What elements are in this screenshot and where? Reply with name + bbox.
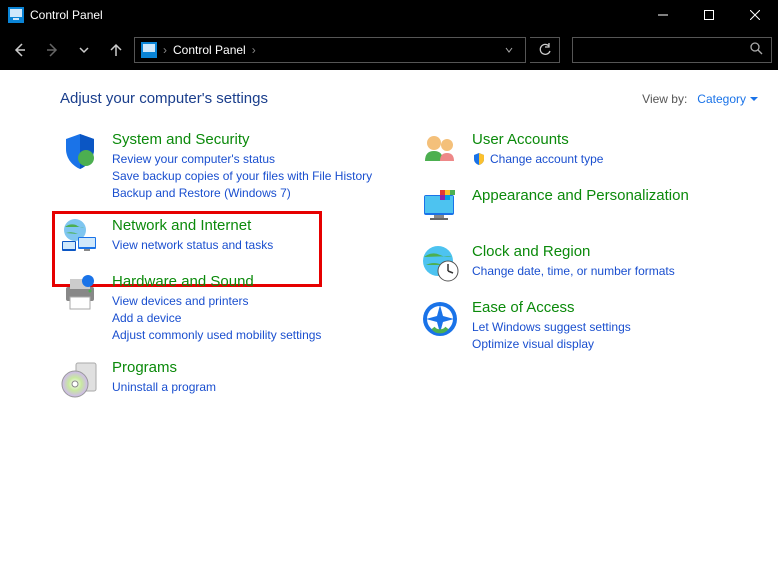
chevron-down-icon	[505, 46, 513, 54]
globe-network-icon	[60, 217, 100, 257]
close-icon	[750, 10, 760, 20]
page-heading: Adjust your computer's settings	[60, 90, 268, 107]
chevron-down-icon	[750, 95, 758, 103]
category-sublink[interactable]: Save backup copies of your files with Fi…	[112, 168, 372, 184]
category-sublink[interactable]: Change account type	[472, 151, 603, 167]
right-column: User Accounts Change account type	[420, 131, 720, 415]
category-hardware-sound: Hardware and Sound View devices and prin…	[60, 273, 380, 343]
refresh-button[interactable]	[530, 37, 560, 63]
minimize-button[interactable]	[640, 0, 686, 30]
category-programs: Programs Uninstall a program	[60, 359, 380, 399]
ease-of-access-icon	[420, 299, 460, 339]
printer-icon	[60, 273, 100, 313]
maximize-button[interactable]	[686, 0, 732, 30]
category-sublink[interactable]: Review your computer's status	[112, 151, 372, 167]
search-icon	[750, 42, 771, 58]
left-column: System and Security Review your computer…	[60, 131, 380, 415]
category-sublink[interactable]: Change date, time, or number formats	[472, 263, 675, 279]
uac-shield-icon	[472, 152, 486, 166]
category-title[interactable]: Hardware and Sound	[112, 273, 321, 290]
monitor-palette-icon	[420, 187, 460, 227]
control-panel-icon	[8, 7, 24, 23]
category-system-security: System and Security Review your computer…	[60, 131, 380, 201]
forward-button[interactable]	[38, 36, 66, 64]
content-area: Adjust your computer's settings View by:…	[0, 70, 778, 435]
sublink-label: Change account type	[490, 151, 603, 167]
category-sublink[interactable]: View devices and printers	[112, 293, 321, 309]
view-by-dropdown[interactable]: Category	[697, 92, 758, 106]
category-title[interactable]: Clock and Region	[472, 243, 675, 260]
breadcrumb-root[interactable]: Control Panel	[173, 43, 246, 57]
close-button[interactable]	[732, 0, 778, 30]
control-panel-mini-icon	[141, 42, 157, 58]
category-title[interactable]: Programs	[112, 359, 216, 376]
category-sublink[interactable]: Optimize visual display	[472, 336, 631, 352]
shield-icon	[60, 131, 100, 171]
category-sublink[interactable]: Backup and Restore (Windows 7)	[112, 185, 372, 201]
category-network-internet: Network and Internet View network status…	[60, 217, 380, 257]
navbar: › Control Panel ›	[0, 30, 778, 70]
category-sublink[interactable]: Let Windows suggest settings	[472, 319, 631, 335]
category-clock-region: Clock and Region Change date, time, or n…	[420, 243, 720, 283]
view-by-value: Category	[697, 92, 746, 106]
titlebar: Control Panel	[0, 0, 778, 30]
view-by-control: View by: Category	[642, 92, 758, 106]
category-user-accounts: User Accounts Change account type	[420, 131, 720, 171]
arrow-right-icon	[44, 42, 60, 58]
category-appearance-personalization: Appearance and Personalization	[420, 187, 720, 227]
arrow-up-icon	[108, 42, 124, 58]
clock-globe-icon	[420, 243, 460, 283]
category-sublink[interactable]: Add a device	[112, 310, 321, 326]
disc-box-icon	[60, 359, 100, 399]
category-title[interactable]: System and Security	[112, 131, 372, 148]
category-title[interactable]: Network and Internet	[112, 217, 273, 234]
people-icon	[420, 131, 460, 171]
category-title[interactable]: User Accounts	[472, 131, 603, 148]
recent-locations-button[interactable]	[70, 36, 98, 64]
up-button[interactable]	[102, 36, 130, 64]
category-title[interactable]: Appearance and Personalization	[472, 187, 689, 204]
chevron-down-icon	[79, 45, 89, 55]
arrow-left-icon	[12, 42, 28, 58]
category-title[interactable]: Ease of Access	[472, 299, 631, 316]
category-sublink[interactable]: Adjust commonly used mobility settings	[112, 327, 321, 343]
search-input[interactable]	[573, 43, 750, 57]
breadcrumb-chevron-icon[interactable]: ›	[252, 43, 256, 57]
address-bar[interactable]: › Control Panel ›	[134, 37, 526, 63]
maximize-icon	[704, 10, 714, 20]
search-box[interactable]	[572, 37, 772, 63]
view-by-label: View by:	[642, 92, 687, 106]
minimize-icon	[658, 10, 668, 20]
category-sublink[interactable]: Uninstall a program	[112, 379, 216, 395]
address-dropdown-button[interactable]	[499, 43, 519, 57]
refresh-icon	[538, 43, 552, 57]
back-button[interactable]	[6, 36, 34, 64]
category-ease-of-access: Ease of Access Let Windows suggest setti…	[420, 299, 720, 352]
window-title: Control Panel	[30, 8, 103, 22]
breadcrumb-chevron-icon[interactable]: ›	[163, 43, 167, 57]
category-sublink[interactable]: View network status and tasks	[112, 237, 273, 253]
